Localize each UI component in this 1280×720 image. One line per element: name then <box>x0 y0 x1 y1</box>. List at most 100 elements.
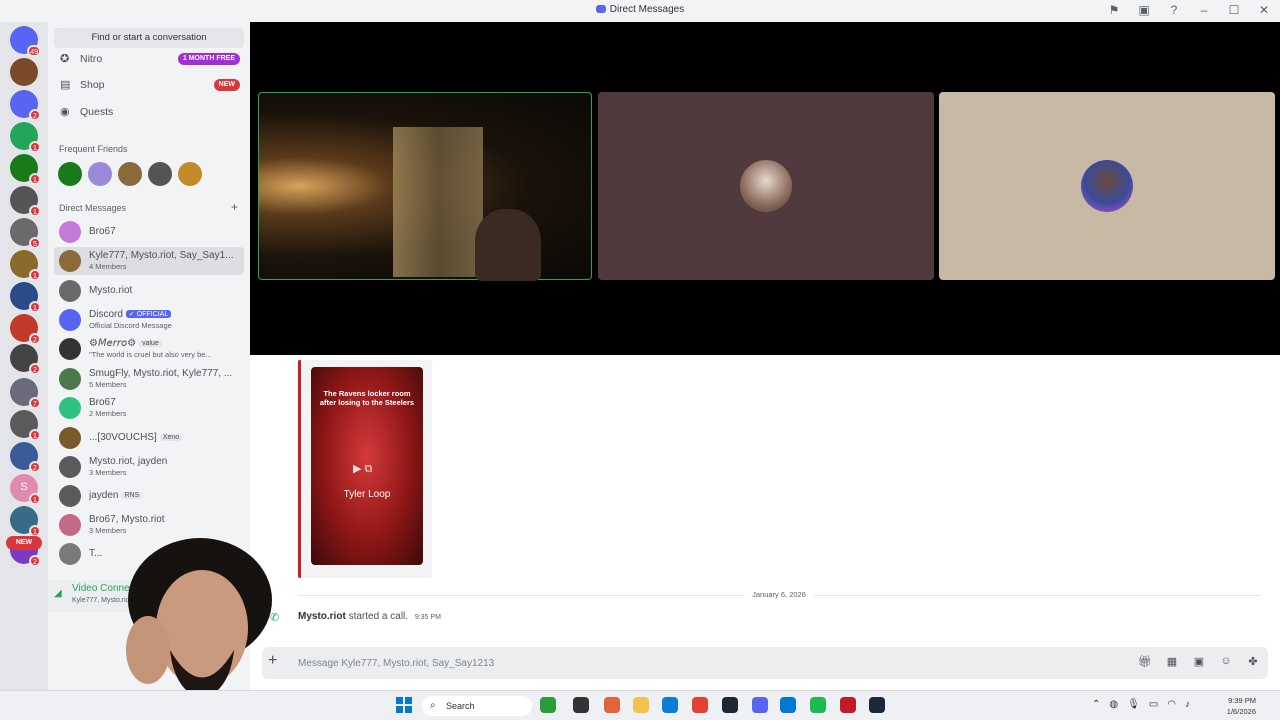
avatar <box>59 368 81 390</box>
new-badge: NEW <box>213 79 240 91</box>
server-icon[interactable]: 1 <box>10 122 41 153</box>
taskbar-app-icon[interactable] <box>752 697 768 713</box>
nav-item-shop[interactable]: ▤ Shop NEW <box>54 73 244 97</box>
dm-item[interactable]: Mysto.riot, jayden 3 Members <box>54 453 244 481</box>
unread-badge: 2 <box>29 555 41 567</box>
unread-badge: 1 <box>29 493 41 505</box>
unread-badge: 2 <box>29 461 41 473</box>
maximize-icon[interactable]: ☐ <box>1226 3 1242 17</box>
wifi-icon[interactable]: ◠ <box>1167 699 1176 710</box>
date-divider-text: January 6, 2026 <box>744 590 814 599</box>
dm-item[interactable]: Bro67 2 Members <box>54 394 244 422</box>
dm-item[interactable]: SmugFly, Mysto.riot, Kyle777, ... 5 Membe… <box>54 365 244 393</box>
nav-item-nitro[interactable]: ✪ Nitro 1 MONTH FREE <box>54 47 244 71</box>
dm-subtext: Official Discord Message <box>89 321 172 330</box>
server-icon[interactable]: S1 <box>10 474 41 505</box>
video-thumbnail[interactable]: The Ravens locker room after losing to t… <box>311 367 423 565</box>
close-icon[interactable]: ✕ <box>1256 3 1272 17</box>
message-author[interactable]: Mysto.riot <box>298 611 346 622</box>
taskbar-app-icon[interactable] <box>780 697 796 713</box>
inbox-flag-icon[interactable]: ⚑ <box>1106 3 1122 17</box>
home-discord-icon[interactable]: 49 <box>10 26 41 57</box>
start-icon[interactable] <box>396 697 412 713</box>
taskbar-app-icon[interactable] <box>573 697 589 713</box>
unread-badge: 2 <box>29 109 41 121</box>
video-tile-camera[interactable] <box>258 92 592 281</box>
display-icon[interactable]: ▭ <box>1149 699 1158 710</box>
network-icon[interactable]: ◍ <box>1109 699 1118 710</box>
nav-item-quests[interactable]: ◉ Quests <box>54 100 244 124</box>
server-icon[interactable]: 1 <box>10 154 41 185</box>
clock[interactable]: 9:39 PM 1/6/2026 <box>1227 695 1256 717</box>
search-input[interactable]: Find or start a conversation <box>54 28 244 48</box>
server-icon[interactable]: 1 <box>10 410 41 441</box>
video-tile-avatar[interactable] <box>939 92 1275 280</box>
server-icon[interactable]: 2 <box>10 90 41 121</box>
server-icon[interactable]: 7 <box>10 378 41 409</box>
avatar[interactable] <box>88 162 112 186</box>
message-composer[interactable]: + Message Kyle777, Mysto.riot, Say_Say12… <box>262 647 1268 679</box>
video-tile-avatar[interactable] <box>598 92 934 280</box>
dm-item[interactable]: Mysto.riot <box>54 277 244 305</box>
server-icon[interactable]: 1 <box>10 506 41 537</box>
avatar <box>59 397 81 419</box>
dm-name: Bro67 <box>89 226 241 237</box>
gif-icon[interactable]: ▦ <box>1165 655 1179 668</box>
apps-icon[interactable]: ✤ <box>1246 655 1260 668</box>
taskbar-app-icon[interactable] <box>540 697 556 713</box>
direct-messages-label: Direct Messages <box>59 203 127 213</box>
add-dm-icon[interactable]: + <box>231 200 238 214</box>
dm-name-text: Bro67 <box>89 226 116 237</box>
dm-item[interactable]: Kyle777, Mysto.riot, Say_Say1... 4 Member… <box>54 247 244 275</box>
call-stage <box>250 22 1280 355</box>
taskbar-app-icon[interactable] <box>692 697 708 713</box>
taskbar-app-icon[interactable] <box>810 697 826 713</box>
avatar[interactable] <box>118 162 142 186</box>
server-icon[interactable]: 2 <box>10 442 41 473</box>
dm-item[interactable]: ...[30VOUCHS] Xeno <box>54 424 244 452</box>
taskbar-app-icon[interactable] <box>869 697 885 713</box>
help-icon[interactable]: ? <box>1166 3 1182 17</box>
taskbar-app-icon[interactable] <box>662 697 678 713</box>
system-message: Mysto.riot started a call. 9:35 PM <box>298 611 441 622</box>
video-embed[interactable]: The Ravens locker room after losing to t… <box>298 360 432 578</box>
taskbar-app-icon[interactable] <box>633 697 649 713</box>
server-icon[interactable]: 1 <box>10 250 41 281</box>
dm-name: ...[30VOUCHS] Xeno <box>89 432 241 443</box>
volume-icon[interactable]: ♪ <box>1185 699 1190 710</box>
nav-label: Shop <box>80 79 105 91</box>
emoji-icon[interactable]: ☺ <box>1219 655 1233 668</box>
avatar[interactable] <box>148 162 172 186</box>
server-icon[interactable]: 1 <box>10 186 41 217</box>
taskbar-app-icon[interactable] <box>722 697 738 713</box>
hand-shape <box>126 616 170 684</box>
server-icon[interactable] <box>10 58 38 86</box>
server-icon[interactable]: 1 <box>10 282 41 313</box>
server-icon[interactable]: 5 <box>10 218 41 249</box>
taskbar-app-icon[interactable] <box>840 697 856 713</box>
sticker-icon[interactable]: ▣ <box>1192 655 1206 668</box>
chevron-up-icon[interactable]: ⌃ <box>1092 699 1100 710</box>
server-icon[interactable]: 2 <box>10 344 41 375</box>
gift-icon[interactable]: 🎁︎ <box>1138 655 1152 668</box>
window-title: Direct Messages <box>0 4 1280 15</box>
avatar[interactable] <box>178 162 202 186</box>
dm-item[interactable]: Discord ✓ OFFICIAL Official Discord Messag… <box>54 306 244 334</box>
play-icon[interactable]: ▶ ⧉ <box>353 462 372 476</box>
server-tag: RNS <box>121 492 143 499</box>
dm-item[interactable]: jayden RNS <box>54 482 244 510</box>
minimize-icon[interactable]: – <box>1196 3 1212 17</box>
inbox-icon[interactable]: ▣ <box>1136 3 1152 17</box>
dm-item[interactable]: ⚙𝘔𝘦𝘳𝘳𝘰⚙ value "The world is cruel but also… <box>54 335 244 363</box>
window-title-text: Direct Messages <box>609 4 685 15</box>
server-icon[interactable]: 2 <box>10 314 41 345</box>
dm-name-text: ...[30VOUCHS] <box>89 432 157 443</box>
avatar[interactable] <box>58 162 82 186</box>
dm-item[interactable]: Bro67 <box>54 218 244 246</box>
taskbar-app-icon[interactable] <box>604 697 620 713</box>
taskbar-search[interactable]: ⌕ Search <box>422 696 532 716</box>
dm-name: Kyle777, Mysto.riot, Say_Say1... <box>89 250 241 261</box>
mic-icon[interactable]: 🎙︎ <box>1127 699 1140 710</box>
new-badge[interactable]: NEW <box>6 536 42 550</box>
message-input[interactable]: Message Kyle777, Mysto.riot, Say_Say1213 <box>298 658 494 669</box>
